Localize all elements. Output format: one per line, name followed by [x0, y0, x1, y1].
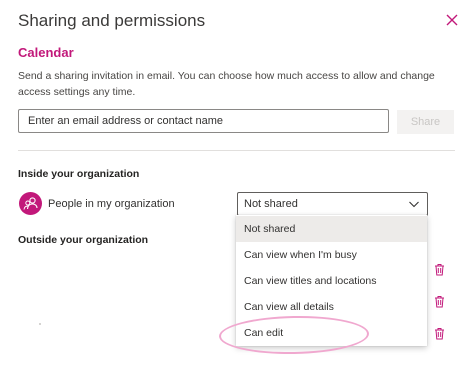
permission-menu: Not shared Can view when I'm busy Can vi… — [236, 215, 427, 346]
close-icon[interactable] — [443, 11, 461, 29]
share-button[interactable]: Share — [397, 110, 454, 134]
calendar-name: Calendar — [18, 45, 74, 60]
permission-value: Not shared — [244, 198, 298, 210]
sharing-description: Send a sharing invitation in email. You … — [18, 70, 435, 98]
option-label: Not shared — [244, 223, 296, 235]
outside-org-heading: Outside your organization — [18, 234, 149, 246]
trash-icon[interactable] — [434, 327, 445, 340]
inside-org-heading: Inside your organization — [18, 168, 140, 180]
chevron-down-icon — [409, 201, 419, 208]
permission-dropdown[interactable]: Not shared — [237, 192, 428, 216]
option-label: Can view titles and locations — [244, 275, 377, 287]
menu-option-view-details[interactable]: Can view all details — [236, 294, 427, 320]
people-in-org-label: People in my organization — [48, 198, 175, 210]
section-divider — [18, 150, 455, 151]
menu-option-not-shared[interactable]: Not shared — [236, 216, 427, 242]
option-label: Can view when I'm busy — [244, 249, 357, 261]
trash-icon[interactable] — [434, 263, 445, 276]
email-input[interactable] — [18, 109, 389, 133]
menu-option-view-busy[interactable]: Can view when I'm busy — [236, 242, 427, 268]
dialog-title: Sharing and permissions — [18, 11, 206, 30]
option-label: Can view all details — [244, 301, 334, 313]
people-icon — [23, 197, 38, 210]
menu-option-view-titles[interactable]: Can view titles and locations — [236, 268, 427, 294]
trash-icon[interactable] — [434, 295, 445, 308]
faint-dot — [39, 323, 41, 325]
menu-option-can-edit[interactable]: Can edit — [236, 320, 427, 346]
option-label: Can edit — [244, 327, 284, 339]
people-avatar — [19, 192, 42, 215]
